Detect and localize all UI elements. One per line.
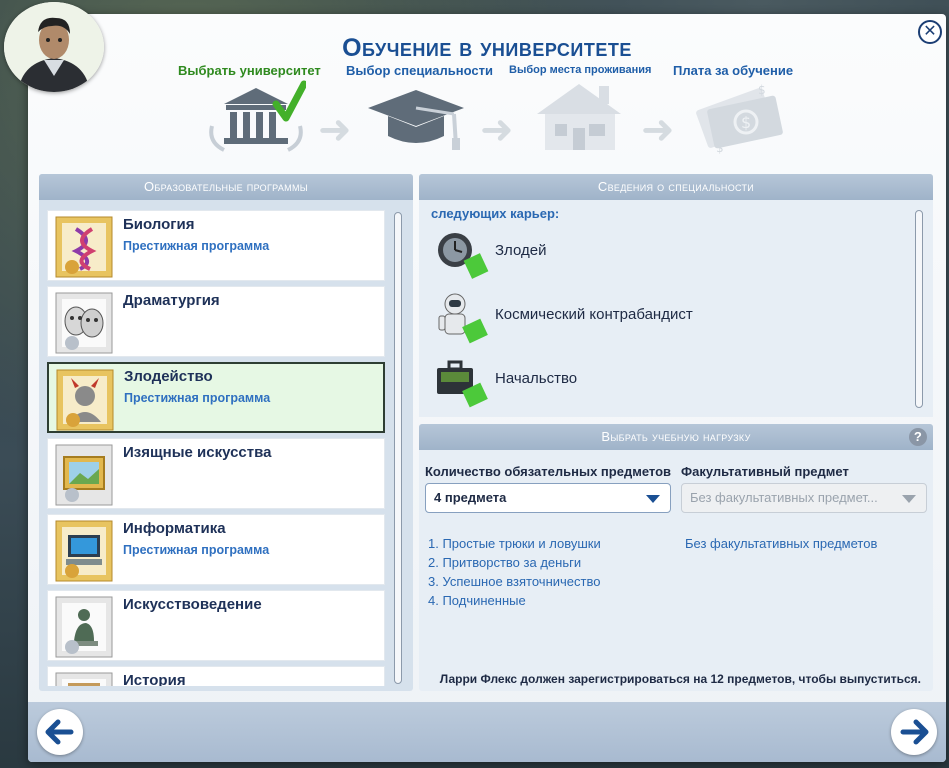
required-courses-select[interactable]: 4 предмета: [425, 483, 671, 513]
sim-avatar: [4, 2, 104, 92]
computer-icon: [55, 520, 113, 582]
programs-list[interactable]: Биология Престижная программа Драматурги…: [47, 210, 385, 686]
arrow-left-icon: [45, 719, 74, 745]
step-arrow-icon: ➜: [318, 108, 352, 152]
elective-select: Без факультативных предмет...: [681, 483, 927, 513]
major-details-panel: Сведения о специальности следующих карье…: [419, 174, 933, 417]
briefcase-icon: [437, 360, 488, 408]
prestige-tag: Престижная программа: [123, 543, 270, 557]
course-load-panel: Выбрать учебную нагрузку ? Количество об…: [419, 424, 933, 691]
program-item-fine-arts[interactable]: Изящные искусства: [47, 438, 385, 509]
svg-text:$: $: [716, 141, 724, 154]
prestige-tag: Престижная программа: [124, 391, 271, 405]
help-button[interactable]: ?: [909, 428, 927, 446]
program-item-art-history[interactable]: Искусствоведение: [47, 590, 385, 661]
program-item-villainy[interactable]: Злодейство Престижная программа: [47, 362, 385, 433]
careers-list: следующих карьер: Злодей Космический кон…: [419, 200, 933, 417]
watch-icon: [438, 233, 489, 279]
scroll-icon: [55, 672, 113, 686]
programs-heading: Образовательные программы: [39, 174, 413, 200]
step-arrow-icon: ➜: [641, 108, 675, 152]
villain-icon: [56, 369, 114, 431]
career-label: Космический контрабандист: [495, 306, 693, 323]
program-name: Искусствоведение: [123, 596, 262, 613]
close-button[interactable]: ✕: [918, 20, 942, 44]
svg-text:$: $: [741, 113, 751, 132]
graduation-requirement-note: Ларри Флекс должен зарегистрироваться на…: [439, 672, 921, 686]
dialog-header: Обучение в университете ✕ Выбрать универ…: [28, 14, 946, 164]
career-label: Злодей: [495, 242, 547, 259]
course-load-heading-text: Выбрать учебную нагрузку: [601, 429, 751, 444]
elective-value: Без факультативных предмет...: [690, 490, 878, 505]
dna-icon: [55, 216, 113, 278]
subject-item: 1. Простые трюки и ловушки: [428, 536, 601, 551]
prestige-tag: Престижная программа: [123, 239, 270, 253]
career-item-space-smuggler: Космический контрабандист: [431, 290, 891, 344]
step-choose-housing: Выбор места проживания: [509, 64, 652, 76]
program-name: Информатика: [123, 520, 226, 537]
program-name: Биология: [123, 216, 195, 233]
program-name: Драматургия: [123, 292, 220, 309]
painting-icon: [55, 444, 113, 506]
program-name: Изящные искусства: [123, 444, 272, 461]
program-name: Злодейство: [124, 368, 213, 385]
theater-masks-icon: [55, 292, 113, 354]
university-building-icon: [209, 80, 306, 152]
course-load-heading: Выбрать учебную нагрузку ?: [419, 424, 933, 450]
university-dialog: Обучение в университете ✕ Выбрать универ…: [28, 14, 946, 762]
program-item-drama[interactable]: Драматургия: [47, 286, 385, 357]
subject-item: 3. Успешное взяточничество: [428, 574, 601, 589]
page-title: Обучение в университете: [342, 34, 632, 62]
navigation-bar: [28, 702, 946, 762]
chevron-down-icon: [902, 495, 916, 503]
careers-intro: следующих карьер:: [431, 206, 560, 221]
career-item-villain: Злодей: [431, 226, 891, 280]
statue-icon: [55, 596, 113, 658]
program-item-biology[interactable]: Биология Престижная программа: [47, 210, 385, 281]
money-icon: $ $ $: [696, 83, 783, 154]
graduation-cap-icon: [368, 90, 464, 150]
programs-panel: Образовательные программы Биология Прест…: [39, 174, 413, 691]
no-elective-text: Без факультативных предметов: [685, 536, 878, 551]
sim-portrait-icon: [4, 2, 104, 92]
career-item-management: Начальство: [431, 354, 891, 408]
elective-label: Факультативный предмет: [681, 464, 849, 479]
program-item-history[interactable]: История: [47, 666, 385, 686]
step-tuition: Плата за обучение: [673, 63, 794, 78]
required-courses-value: 4 предмета: [434, 490, 507, 505]
chevron-down-icon: [646, 495, 660, 503]
details-heading: Сведения о специальности: [419, 174, 933, 200]
subject-item: 4. Подчиненные: [428, 593, 526, 608]
step-choose-university: Выбрать университет: [178, 63, 321, 78]
arrow-right-icon: [900, 719, 929, 745]
back-button[interactable]: [37, 709, 83, 755]
programs-scrollbar[interactable]: [394, 212, 402, 684]
step-arrow-icon: ➜: [480, 108, 514, 152]
program-item-computer-science[interactable]: Информатика Престижная программа: [47, 514, 385, 585]
career-label: Начальство: [495, 370, 578, 387]
required-courses-label: Количество обязательных предметов: [425, 464, 672, 479]
house-icon: [537, 84, 621, 150]
next-button[interactable]: [891, 709, 937, 755]
subject-item: 2. Притворство за деньги: [428, 555, 582, 570]
details-scrollbar[interactable]: [915, 210, 923, 408]
program-name: История: [123, 672, 186, 686]
astronaut-icon: [438, 293, 488, 344]
step-choose-major: Выбор специальности: [346, 63, 493, 78]
svg-text:$: $: [758, 83, 766, 97]
